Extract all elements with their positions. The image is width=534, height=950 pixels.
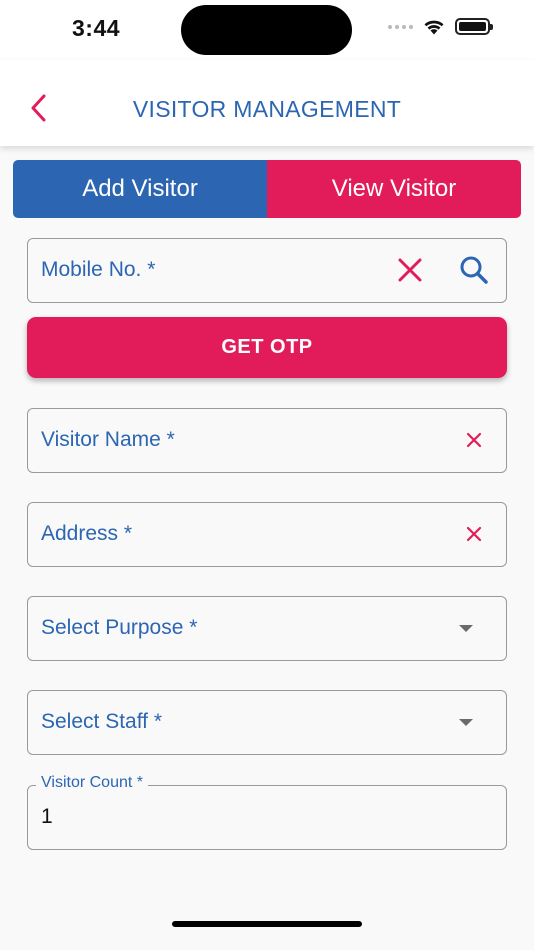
mobile-search-button[interactable] [452,239,496,301]
mobile-field[interactable]: Mobile No. * [27,238,507,303]
address-label: Address * [41,522,133,545]
visitor-name-label: Visitor Name * [41,428,175,451]
mobile-clear-button[interactable] [390,239,430,301]
visitor-tabs: Add Visitor View Visitor [13,160,521,218]
visitor-count-label: Visitor Count * [36,774,148,792]
page-title: VISITOR MANAGEMENT [132,96,402,122]
visitor-count-field[interactable]: Visitor Count * 1 [27,774,507,850]
visitor-count-value: 1 [41,805,53,828]
mobile-field-label: Mobile No. * [41,258,156,281]
staff-select-label: Select Staff * [41,710,163,733]
tab-view-visitor[interactable]: View Visitor [267,160,521,218]
status-bar: 3:44 [0,0,534,60]
app-header: VISITOR MANAGEMENT [0,60,534,146]
address-field[interactable]: Address * [27,502,507,567]
status-time: 3:44 [72,15,121,41]
status-icons [388,18,493,35]
caret-down-icon [446,597,486,659]
get-otp-button[interactable]: GET OTP [27,317,507,378]
caret-down-icon [446,691,486,753]
staff-select[interactable]: Select Staff * [27,690,507,755]
visitor-name-field[interactable]: Visitor Name * [27,408,507,473]
address-clear-button[interactable] [454,503,494,565]
close-icon [466,526,482,542]
signal-icon [388,24,413,29]
close-icon [466,432,482,448]
home-indicator [172,921,362,927]
visitor-name-clear-button[interactable] [454,409,494,471]
purpose-select[interactable]: Select Purpose * [27,596,507,661]
search-icon [460,256,488,284]
tab-add-visitor[interactable]: Add Visitor [13,160,267,218]
close-icon [398,258,422,282]
dynamic-island [181,5,352,55]
purpose-select-label: Select Purpose * [41,616,198,639]
battery-icon [455,18,493,35]
wifi-icon [424,20,444,35]
app-screen: 3:44 VISITOR MANAGEMENT Add Visitor View… [0,0,534,950]
